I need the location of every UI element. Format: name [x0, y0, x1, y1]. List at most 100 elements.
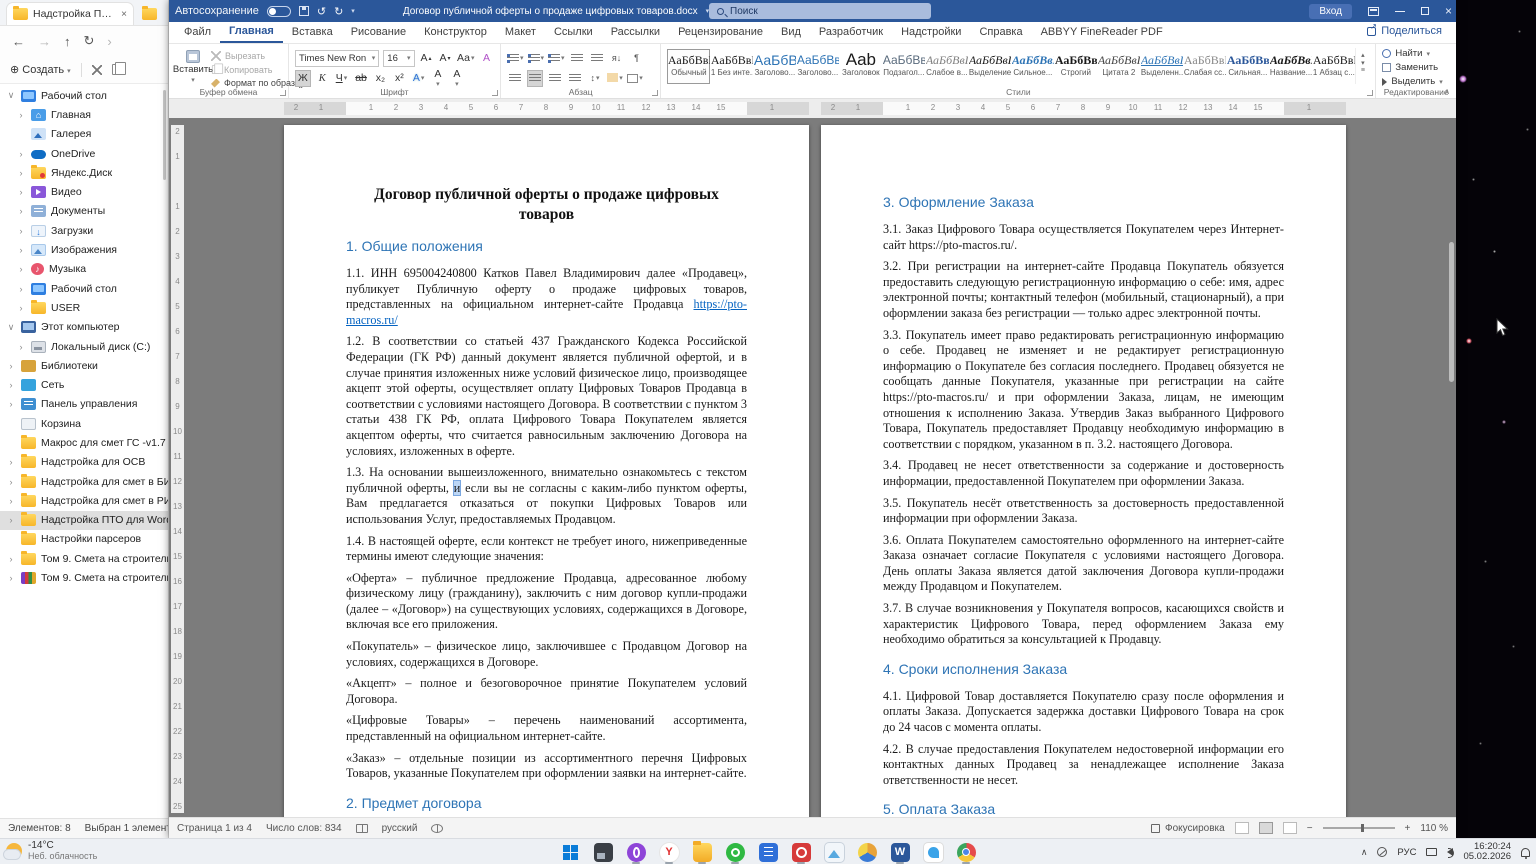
- tree-chevron-icon[interactable]: ›: [6, 380, 16, 390]
- tree-item-Том 9. Смета на строительство[interactable]: › Том 9. Смета на строительство: [0, 549, 168, 568]
- multilevel-list-button[interactable]: ▾: [548, 50, 565, 67]
- style-Обычный[interactable]: АаБбВвГг,Обычный: [667, 49, 711, 84]
- new-button[interactable]: ⊕ Создать ▾: [10, 63, 71, 76]
- line-spacing-button[interactable]: ↕ ▾: [587, 70, 603, 87]
- web-layout-button[interactable]: [1282, 822, 1297, 834]
- tree-chevron-icon[interactable]: ∨: [6, 322, 16, 333]
- select-button[interactable]: Выделить ▾: [1382, 76, 1450, 87]
- taskbar-button-opera[interactable]: [624, 840, 648, 864]
- autosave-toggle[interactable]: [266, 5, 291, 17]
- zoom-slider-thumb[interactable]: [1360, 824, 1364, 832]
- font-color-button[interactable]: А ▾: [449, 68, 464, 88]
- tab-close-icon[interactable]: ×: [121, 9, 127, 20]
- tray-overflow-icon[interactable]: ∧: [1361, 847, 1368, 858]
- ribbon-tab-ABBYY FineReader PDF[interactable]: ABBYY FineReader PDF: [1032, 23, 1172, 42]
- zoom-out-icon[interactable]: −: [1307, 823, 1313, 834]
- tree-chevron-icon[interactable]: ›: [6, 496, 16, 506]
- tree-item-Надстройка ПТО для Word[interactable]: › Надстройка ПТО для Word: [0, 510, 168, 530]
- tree-item-Изображения[interactable]: › Изображения: [0, 240, 168, 259]
- font-dialog-launcher-icon[interactable]: [492, 90, 498, 96]
- tree-item-Надстройка для смет в РИМ ГС и П[interactable]: › Надстройка для смет в РИМ ГС и П: [0, 491, 168, 510]
- tree-item-Макрос для смет ГС -v1.7[interactable]: Макрос для смет ГС -v1.7: [0, 433, 168, 452]
- style-Сильное...[interactable]: АаБбВвГгСильное...: [1011, 49, 1054, 84]
- taskbar-button-explorer[interactable]: [690, 840, 714, 864]
- proofing-icon[interactable]: [355, 823, 368, 833]
- style-Слабое в...[interactable]: АаБбВвГгСлабое в...: [925, 49, 968, 84]
- taskbar-button-yandex-browser[interactable]: Y: [657, 840, 681, 864]
- tree-chevron-icon[interactable]: ›: [6, 457, 16, 467]
- style-Заголово...[interactable]: АаБбВвГЗаголово...: [796, 49, 839, 84]
- explorer-tab-partial[interactable]: [142, 6, 157, 20]
- tree-item-Этот компьютер[interactable]: ∨ Этот компьютер: [0, 318, 168, 337]
- style-Заголовок[interactable]: Аab Заголовок: [839, 49, 882, 84]
- style-Цитата 2[interactable]: АаБбВвГгЦитата 2: [1097, 49, 1140, 84]
- taskbar-button-scan-app[interactable]: [789, 840, 813, 864]
- sort-button[interactable]: я↓: [609, 50, 625, 67]
- ribbon-tab-Вставка[interactable]: Вставка: [283, 23, 342, 42]
- tree-chevron-icon[interactable]: ›: [16, 168, 26, 178]
- font-name-select[interactable]: Times New Ron ▾: [295, 49, 380, 67]
- ribbon-tab-Рецензирование[interactable]: Рецензирование: [669, 23, 772, 42]
- strikethrough-button[interactable]: ab: [353, 70, 369, 87]
- clock[interactable]: 16:20:24 05.02.2026: [1463, 842, 1511, 862]
- tree-item-Надстройка для смет в БИМ ГС -v2[interactable]: › Надстройка для смет в БИМ ГС -v2: [0, 472, 168, 491]
- scrollbar-thumb[interactable]: [1449, 242, 1454, 382]
- tree-chevron-icon[interactable]: ›: [16, 303, 26, 313]
- tree-chevron-icon[interactable]: ›: [16, 110, 26, 120]
- style-Строгий[interactable]: АаБбВвГг,Строгий: [1054, 49, 1097, 84]
- document-page-1[interactable]: Договор публичной оферты о продаже цифро…: [284, 125, 809, 817]
- numbering-button[interactable]: ▾: [527, 50, 544, 67]
- taskbar-button-calculator[interactable]: [756, 840, 780, 864]
- zoom-level[interactable]: 110 %: [1420, 823, 1448, 834]
- styles-scroll-down-icon[interactable]: ▾: [1361, 59, 1365, 67]
- tree-item-Галерея[interactable]: Галерея: [0, 125, 168, 144]
- tree-chevron-icon[interactable]: ›: [16, 226, 26, 236]
- tree-item-Документы[interactable]: › Документы: [0, 202, 168, 221]
- back-icon[interactable]: ←: [12, 34, 25, 49]
- tree-chevron-icon[interactable]: ›: [6, 477, 16, 487]
- clipboard-dialog-launcher-icon[interactable]: [280, 90, 286, 96]
- style-Выделенн...[interactable]: АаБбВвГгВыделенн...: [1140, 49, 1183, 84]
- taskbar-button-word[interactable]: W: [888, 840, 912, 864]
- tree-item-OneDrive[interactable]: › OneDrive: [0, 144, 168, 163]
- shrink-font-button[interactable]: А ▾: [438, 50, 453, 67]
- tree-item-Загрузки[interactable]: › ↓ Загрузки: [0, 221, 168, 240]
- find-button[interactable]: Найти ▾: [1382, 48, 1450, 59]
- search-input[interactable]: Поиск: [709, 3, 931, 19]
- decrease-indent-button[interactable]: [569, 50, 585, 67]
- tree-item-Видео[interactable]: › Видео: [0, 182, 168, 201]
- tree-chevron-icon[interactable]: ›: [16, 245, 26, 255]
- tree-chevron-icon[interactable]: ›: [6, 361, 16, 371]
- style-Заголово...[interactable]: АаБбВ:Заголово...: [753, 49, 796, 84]
- align-right-button[interactable]: [547, 70, 563, 87]
- weather-widget[interactable]: -14°C Неб. облачность: [4, 840, 97, 862]
- tree-item-Музыка[interactable]: › ♪ Музыка: [0, 260, 168, 279]
- signin-button[interactable]: Вход: [1309, 3, 1352, 19]
- network-icon[interactable]: [1377, 847, 1388, 857]
- subscript-button[interactable]: x₂: [373, 70, 388, 87]
- zoom-in-icon[interactable]: +: [1405, 823, 1411, 834]
- italic-button[interactable]: К: [315, 70, 330, 87]
- copy-icon[interactable]: [111, 62, 126, 75]
- ribbon-tab-Вид[interactable]: Вид: [772, 23, 810, 42]
- page-indicator[interactable]: Страница 1 из 4: [177, 823, 252, 834]
- styles-scroll-up-icon[interactable]: ▴: [1361, 51, 1365, 59]
- print-layout-button[interactable]: [1258, 822, 1273, 834]
- taskbar-button-paint[interactable]: [921, 840, 945, 864]
- tree-item-Панель управления[interactable]: › Панель управления: [0, 395, 168, 414]
- underline-button[interactable]: Ч ▾: [334, 70, 350, 87]
- tree-item-USER[interactable]: › USER: [0, 298, 168, 317]
- paste-dropdown-icon[interactable]: ▾: [191, 76, 195, 84]
- ribbon-tab-Главная[interactable]: Главная: [220, 22, 283, 43]
- ribbon-tab-Рассылки[interactable]: Рассылки: [602, 23, 669, 42]
- tree-item-Рабочий стол[interactable]: ∨ Рабочий стол: [0, 86, 168, 105]
- ribbon-tab-Разработчик[interactable]: Разработчик: [810, 23, 892, 42]
- language-switcher[interactable]: РУС: [1397, 847, 1416, 858]
- explorer-scrollbar[interactable]: [163, 90, 166, 180]
- tree-chevron-icon[interactable]: ›: [16, 206, 26, 216]
- style-1 Без инте...[interactable]: АаБбВвГг,1 Без инте...: [710, 49, 753, 84]
- text-effects-button[interactable]: А ▾: [411, 70, 427, 87]
- ribbon-tab-Макет[interactable]: Макет: [496, 23, 545, 42]
- highlight-button[interactable]: А ▾: [430, 68, 445, 88]
- ribbon-display-icon[interactable]: [1367, 6, 1379, 16]
